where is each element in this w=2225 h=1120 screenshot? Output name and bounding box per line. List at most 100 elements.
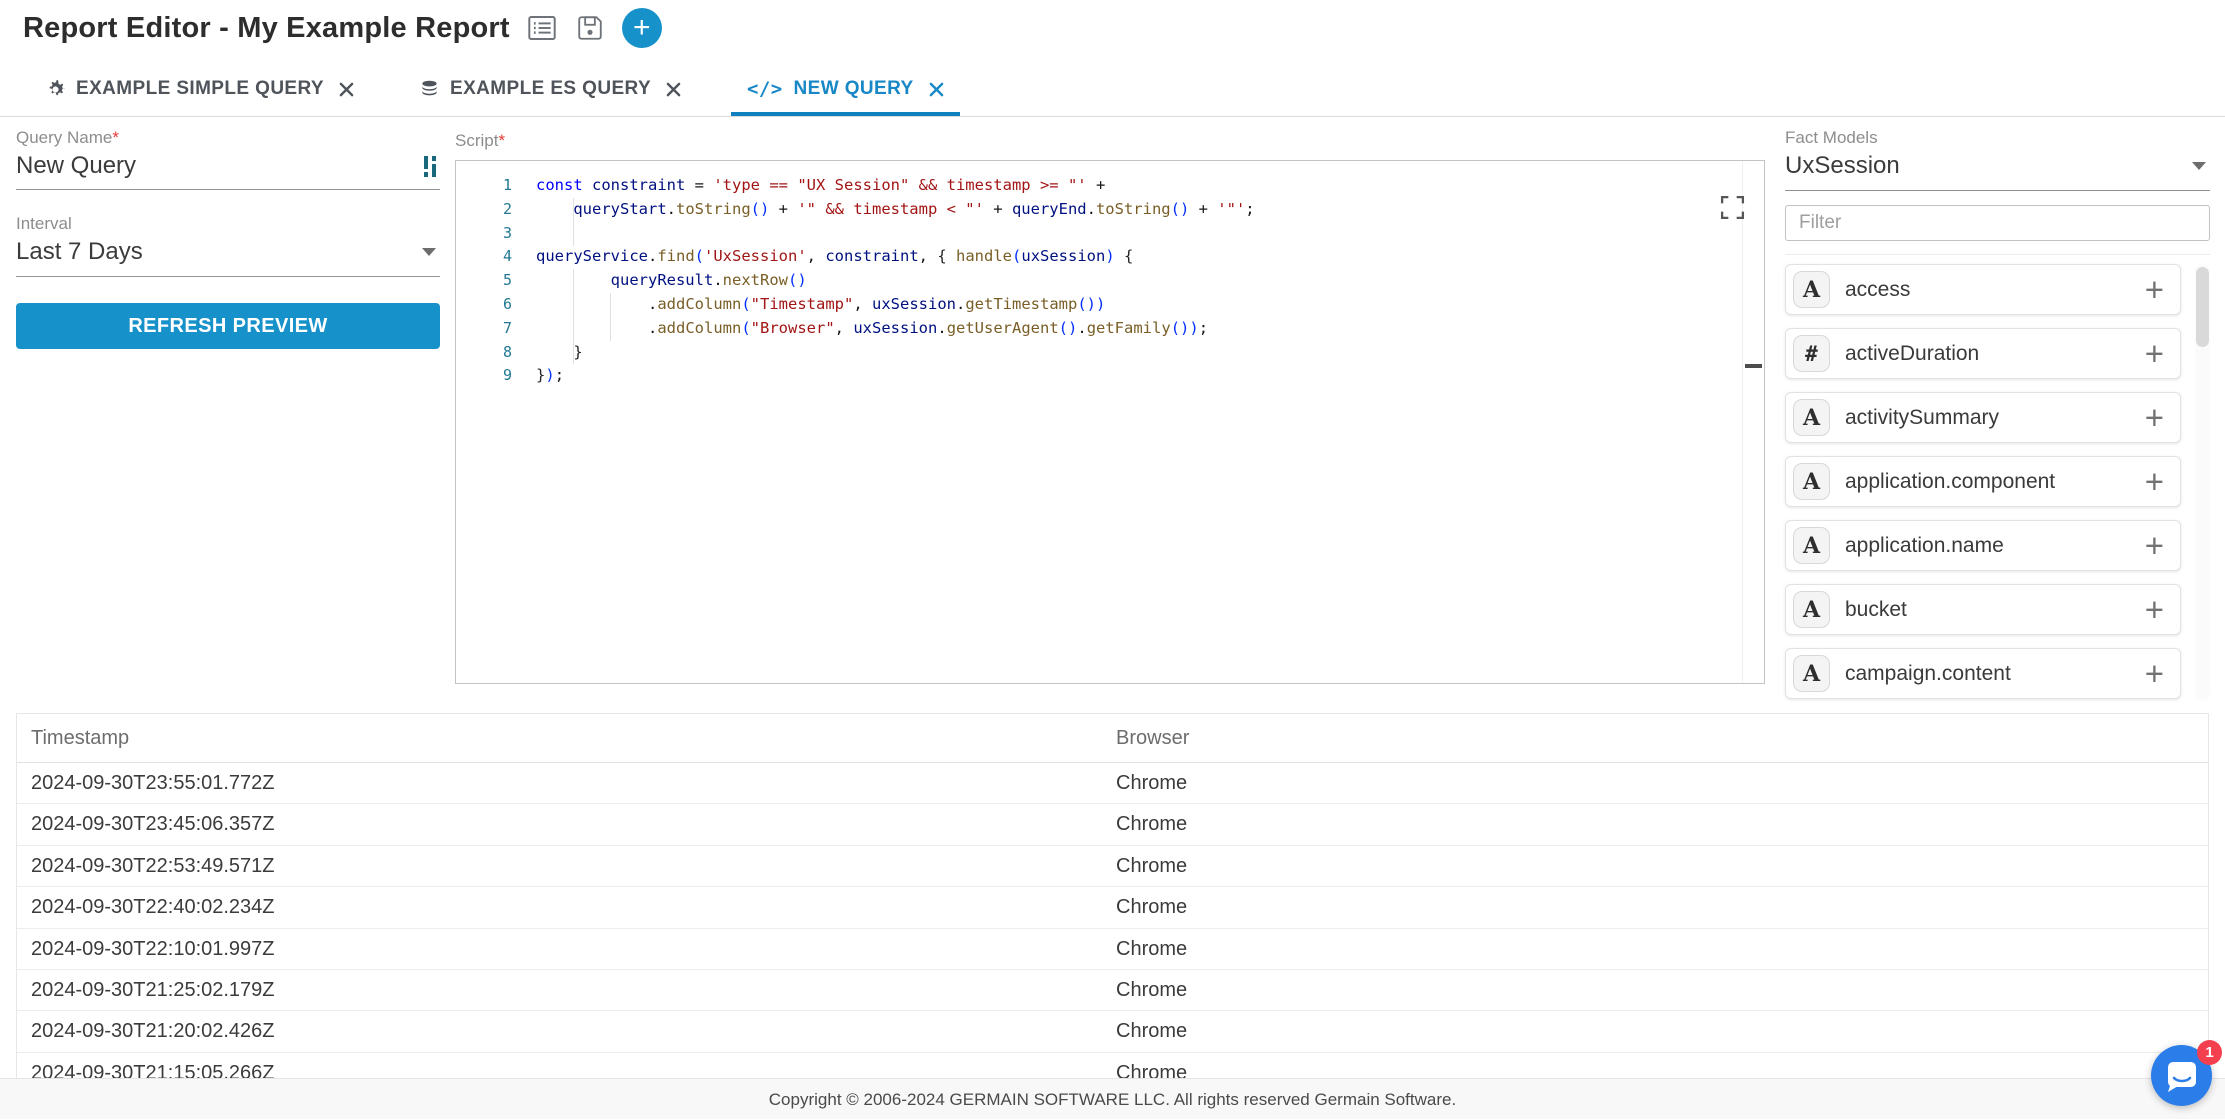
add-field-button[interactable]: + bbox=[2145, 465, 2164, 498]
query-name-input[interactable] bbox=[16, 152, 415, 180]
fact-models-label: Fact Models bbox=[1785, 128, 2210, 148]
copyright-text: Copyright © 2006-2024 GERMAIN SOFTWARE L… bbox=[769, 1090, 1456, 1109]
script-editor[interactable]: 123456789 const constraint = 'type == "U… bbox=[455, 160, 1765, 684]
app-header: Report Editor - My Example Report + bbox=[23, 8, 662, 48]
browser-cell: Chrome bbox=[1116, 804, 2208, 845]
fact-model-name: application.component bbox=[1845, 470, 2055, 494]
code-area[interactable]: const constraint = 'type == "UX Session"… bbox=[536, 174, 1734, 388]
browser-cell: Chrome bbox=[1116, 929, 2208, 970]
chevron-down-icon bbox=[2192, 162, 2206, 170]
page-title: Report Editor - My Example Report bbox=[23, 12, 510, 45]
indent-guide bbox=[573, 198, 574, 246]
refresh-preview-button[interactable]: REFRESH PREVIEW bbox=[16, 303, 440, 349]
add-field-button[interactable]: + bbox=[2145, 273, 2164, 306]
required-asterisk: * bbox=[498, 131, 505, 150]
fact-model-item[interactable]: Aapplication.name+ bbox=[1785, 520, 2181, 571]
scrollbar-thumb[interactable] bbox=[2196, 267, 2209, 347]
timestamp-cell: 2024-09-30T23:55:01.772Z bbox=[31, 763, 1116, 804]
bars-icon[interactable] bbox=[423, 155, 440, 178]
add-field-button[interactable]: + bbox=[2145, 529, 2164, 562]
add-button[interactable]: + bbox=[622, 8, 662, 48]
fact-model-item[interactable]: Aaccess+ bbox=[1785, 264, 2181, 315]
save-icon[interactable] bbox=[574, 12, 606, 44]
text-type-icon: A bbox=[1793, 463, 1830, 500]
footer: Copyright © 2006-2024 GERMAIN SOFTWARE L… bbox=[0, 1078, 2225, 1119]
timestamp-cell: 2024-09-30T21:15:05.266Z bbox=[31, 1053, 1116, 1080]
code-line: } bbox=[536, 341, 1734, 365]
tab-example-simple-query[interactable]: EXAMPLE SIMPLE QUERY bbox=[30, 62, 370, 116]
line-number: 8 bbox=[456, 341, 512, 365]
number-type-icon: # bbox=[1793, 335, 1830, 372]
gear-icon bbox=[46, 80, 65, 99]
script-label: Script* bbox=[455, 131, 505, 151]
code-line: queryStart.toString() + '" && timestamp … bbox=[536, 198, 1734, 222]
overview-ruler bbox=[1742, 161, 1743, 683]
filter-input[interactable] bbox=[1785, 205, 2210, 241]
table-body: 2024-09-30T23:55:01.772ZChrome2024-09-30… bbox=[17, 763, 2208, 1080]
column-header: Browser bbox=[1116, 714, 2208, 763]
interval-label: Interval bbox=[16, 214, 440, 234]
timestamp-cell: 2024-09-30T22:40:02.234Z bbox=[31, 887, 1116, 928]
add-field-button[interactable]: + bbox=[2145, 593, 2164, 626]
browser-cell: Chrome bbox=[1116, 1053, 2208, 1080]
line-number: 7 bbox=[456, 317, 512, 341]
table-row: 2024-09-30T21:15:05.266ZChrome bbox=[17, 1053, 2208, 1080]
line-number: 9 bbox=[456, 364, 512, 388]
close-icon[interactable] bbox=[929, 82, 944, 97]
line-number: 4 bbox=[456, 245, 512, 269]
interval-select[interactable]: Last 7 Days bbox=[16, 238, 440, 277]
fact-model-select[interactable]: UxSession bbox=[1785, 152, 2210, 191]
column-header: Timestamp bbox=[31, 714, 1116, 763]
tab-new-query[interactable]: </>NEW QUERY bbox=[731, 62, 960, 116]
text-type-icon: A bbox=[1793, 591, 1830, 628]
database-icon bbox=[420, 80, 439, 99]
fact-model-name: bucket bbox=[1845, 598, 1907, 622]
close-icon[interactable] bbox=[666, 82, 681, 97]
fact-model-value: UxSession bbox=[1785, 152, 1900, 180]
timestamp-cell: 2024-09-30T22:53:49.571Z bbox=[31, 846, 1116, 887]
add-field-button[interactable]: + bbox=[2145, 337, 2164, 370]
table-row: 2024-09-30T21:20:02.426ZChrome bbox=[17, 1011, 2208, 1052]
code-line: }); bbox=[536, 364, 1734, 388]
fact-model-name: activeDuration bbox=[1845, 342, 1979, 366]
table-row: 2024-09-30T23:45:06.357ZChrome bbox=[17, 804, 2208, 845]
query-name-label: Query Name* bbox=[16, 128, 440, 148]
line-number: 1 bbox=[456, 174, 512, 198]
browser-cell: Chrome bbox=[1116, 1011, 2208, 1052]
tab-bar: EXAMPLE SIMPLE QUERY EXAMPLE ES QUERY </>N… bbox=[0, 62, 2225, 117]
fact-model-item[interactable]: AactivitySummary + bbox=[1785, 392, 2181, 443]
fact-model-name: activitySummary bbox=[1845, 406, 1999, 430]
fact-model-item[interactable]: # activeDuration + bbox=[1785, 328, 2181, 379]
timestamp-cell: 2024-09-30T21:25:02.179Z bbox=[31, 970, 1116, 1011]
close-icon[interactable] bbox=[339, 82, 354, 97]
required-asterisk: * bbox=[112, 128, 119, 147]
tab-label: NEW QUERY bbox=[794, 78, 914, 100]
fact-model-item[interactable]: Abucket + bbox=[1785, 584, 2181, 635]
fact-model-list: Aaccess+#activeDuration+AactivitySummary… bbox=[1785, 264, 2210, 704]
notification-badge: 1 bbox=[2197, 1040, 2222, 1065]
timestamp-cell: 2024-09-30T23:45:06.357Z bbox=[31, 804, 1116, 845]
fact-model-item[interactable]: Aapplication.component + bbox=[1785, 456, 2181, 507]
tab-label: EXAMPLE ES QUERY bbox=[450, 78, 651, 100]
code-line: .addColumn("Browser", uxSession.getUserA… bbox=[536, 317, 1734, 341]
tab-label: EXAMPLE SIMPLE QUERY bbox=[76, 78, 324, 100]
code-line: const constraint = 'type == "UX Session"… bbox=[536, 174, 1734, 198]
preview-table: TimestampBrowser 2024-09-30T23:55:01.772… bbox=[16, 713, 2209, 1080]
fullscreen-icon[interactable] bbox=[1719, 194, 1746, 221]
code-line: queryResult.nextRow() bbox=[536, 269, 1734, 293]
fact-model-item[interactable]: Acampaign.content+ bbox=[1785, 648, 2181, 699]
table-row: 2024-09-30T21:25:02.179ZChrome bbox=[17, 970, 2208, 1011]
interval-value: Last 7 Days bbox=[16, 238, 143, 266]
add-field-button[interactable]: + bbox=[2145, 657, 2164, 690]
table-row: 2024-09-30T22:10:01.997ZChrome bbox=[17, 929, 2208, 970]
code-line: .addColumn("Timestamp", uxSession.getTim… bbox=[536, 293, 1734, 317]
line-number: 6 bbox=[456, 293, 512, 317]
text-type-icon: A bbox=[1793, 399, 1830, 436]
divider bbox=[1785, 254, 2210, 255]
table-row: 2024-09-30T22:40:02.234ZChrome bbox=[17, 887, 2208, 928]
add-field-button[interactable]: + bbox=[2145, 401, 2164, 434]
report-list-icon[interactable] bbox=[526, 12, 558, 44]
query-panel: Query Name* Interval Last 7 Days REFRESH… bbox=[16, 128, 440, 349]
table-row: 2024-09-30T23:55:01.772ZChrome bbox=[17, 763, 2208, 804]
tab-example-es-query[interactable]: EXAMPLE ES QUERY bbox=[404, 62, 697, 116]
